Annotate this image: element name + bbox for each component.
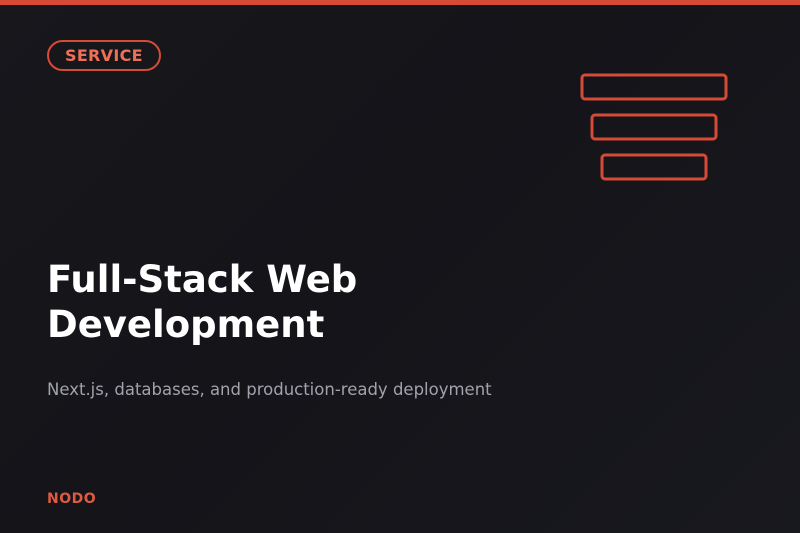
page-subtitle: Next.js, databases, and production-ready… <box>47 380 492 399</box>
stack-layer-middle <box>590 113 718 141</box>
service-badge: SERVICE <box>47 40 161 71</box>
page-title: Full-Stack Web Development <box>47 258 358 346</box>
stack-layer-bottom <box>600 153 708 181</box>
service-badge-label: SERVICE <box>65 46 143 65</box>
stacked-layers-icon <box>580 73 728 181</box>
top-accent-bar <box>0 0 800 5</box>
brand-wordmark: NODO <box>47 491 97 507</box>
stack-layer-top <box>580 73 728 101</box>
